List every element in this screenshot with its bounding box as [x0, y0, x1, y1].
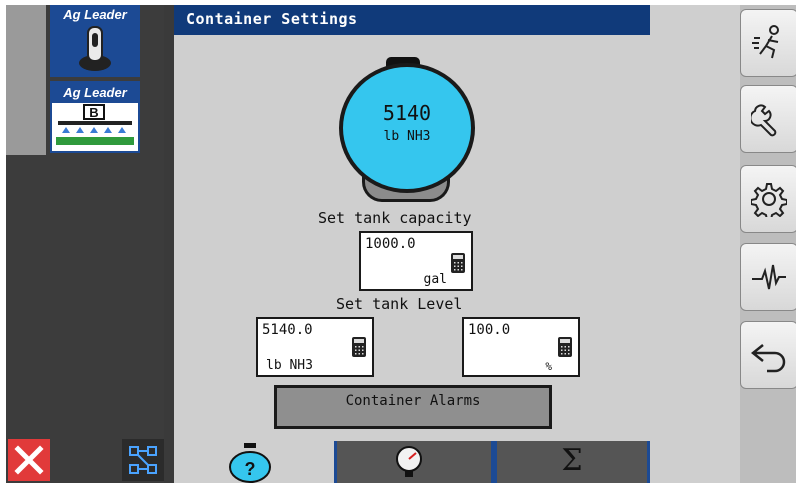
left-module-strip: [6, 5, 46, 155]
level-percent-value: 100.0: [468, 322, 511, 338]
settings-button[interactable]: [740, 165, 796, 233]
level-amount-field[interactable]: 5140.0 lb NH3: [256, 317, 374, 377]
boom-letter: B: [89, 105, 98, 120]
close-x-icon: [14, 445, 44, 475]
left-panel: Ag Leader Ag Leader B: [6, 5, 164, 483]
layout-map-button[interactable]: [122, 439, 164, 481]
calculator-icon[interactable]: [352, 337, 366, 357]
level-percent-field[interactable]: 100.0 %: [462, 317, 580, 377]
tab-tank-badge: ?: [245, 459, 256, 479]
capacity-label: Set tank capacity: [318, 209, 472, 227]
display-frame: Ag Leader Ag Leader B Container Settings…: [6, 5, 796, 483]
capacity-value: 1000.0: [365, 236, 416, 252]
title-bar: Container Settings: [174, 5, 650, 35]
tank-level-unit: lb NH3: [383, 129, 431, 144]
module-boom-card[interactable]: Ag Leader B: [50, 81, 140, 153]
right-panel: [650, 5, 796, 483]
sigma-totals-icon: Σ: [561, 443, 583, 478]
close-button[interactable]: [8, 439, 50, 481]
tab-pressure[interactable]: [334, 441, 494, 483]
capacity-unit: gal: [423, 272, 447, 287]
diagnostics-pulse-icon: [752, 264, 786, 290]
diagnostics-button[interactable]: [740, 243, 796, 311]
operate-button[interactable]: [740, 9, 796, 77]
tab-totals[interactable]: Σ: [494, 441, 650, 483]
module-toggle-card[interactable]: Ag Leader: [50, 5, 140, 77]
bottom-tabs: ? Σ: [174, 441, 650, 483]
gear-icon: [751, 183, 787, 217]
capacity-field[interactable]: 1000.0 gal: [359, 231, 473, 291]
pressure-gauge-icon: [396, 446, 422, 477]
toggle-switch-icon: [79, 26, 111, 71]
back-arrow-icon: [750, 344, 786, 373]
screen: Ag Leader Ag Leader B Container Settings…: [0, 0, 801, 487]
calculator-icon[interactable]: [558, 337, 572, 357]
level-label: Set tank Level: [336, 295, 463, 313]
brand-logo: Ag Leader: [52, 83, 138, 103]
wrench-icon: [751, 104, 777, 137]
level-percent-unit: %: [545, 360, 552, 373]
page-title: Container Settings: [186, 10, 358, 28]
tank-question-icon: ?: [229, 443, 271, 483]
setup-button[interactable]: [740, 85, 796, 153]
tank-gauge: 5140 lb NH3: [339, 63, 475, 193]
running-person-icon: [752, 25, 779, 59]
layout-map-icon: [129, 446, 157, 474]
back-button[interactable]: [740, 321, 796, 389]
level-amount-unit: lb NH3: [266, 358, 313, 373]
calculator-icon[interactable]: [451, 253, 465, 273]
container-alarms-label: Container Alarms: [345, 393, 481, 409]
tank-level-value: 5140: [382, 101, 432, 125]
level-amount-value: 5140.0: [262, 322, 313, 338]
container-settings-panel: Container Settings 5140 lb NH3 Set tank …: [174, 5, 650, 483]
boom-sprayer-icon: B: [56, 104, 134, 145]
tab-tank[interactable]: ?: [174, 441, 334, 483]
container-alarms-button[interactable]: Container Alarms: [274, 385, 552, 429]
